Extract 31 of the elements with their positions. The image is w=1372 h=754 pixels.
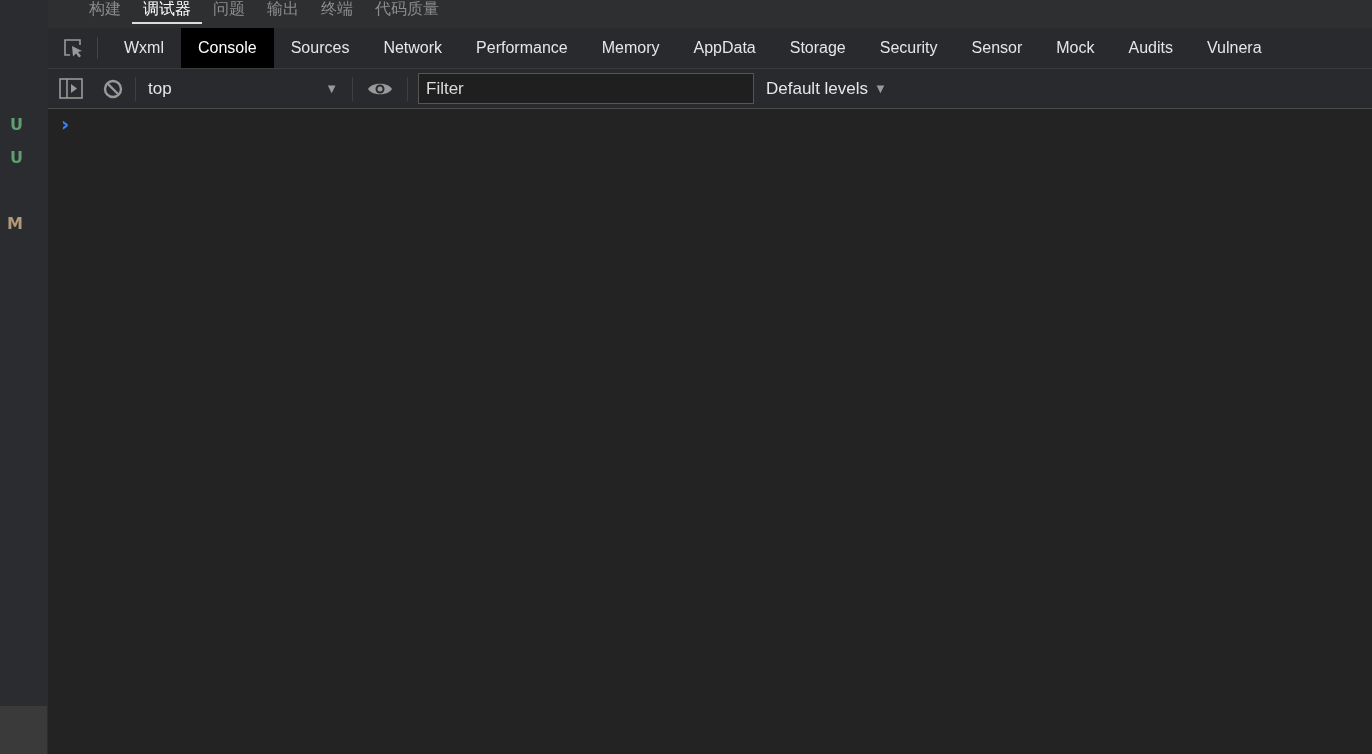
devtools-tab[interactable]: Performance <box>459 28 585 68</box>
devtools-tab[interactable]: Network <box>366 28 460 68</box>
panel-tab[interactable]: 问题 <box>202 0 256 24</box>
panel-tab[interactable]: 输出 <box>256 0 310 24</box>
console-prompt: › <box>61 112 70 136</box>
panel-tab[interactable]: 代码质量 <box>364 0 450 24</box>
devtools-tab[interactable]: Sources <box>273 28 367 68</box>
devtools-tab[interactable]: Vulnera <box>1189 28 1279 68</box>
devtools-tab[interactable]: Wxml <box>107 28 181 68</box>
devtools-tab[interactable]: Security <box>862 28 955 68</box>
git-status-label: U <box>10 148 23 169</box>
clear-console-icon[interactable] <box>103 78 123 99</box>
panel-tab[interactable]: 构建 <box>78 0 132 24</box>
panel-tab[interactable]: 终端 <box>310 0 364 24</box>
devtools-tab[interactable]: AppData <box>676 28 773 68</box>
element-picker-icon[interactable] <box>62 37 84 59</box>
sidebar-toggle-icon[interactable] <box>59 77 83 100</box>
devtools-tab[interactable]: Mock <box>1039 28 1112 68</box>
filter-field[interactable]: Filter <box>418 73 754 104</box>
context-dropdown[interactable]: top ▼ <box>142 78 344 99</box>
caret-icon: ▼ <box>874 81 887 96</box>
devtools-tab[interactable]: Sensor <box>954 28 1040 68</box>
devtools-tab[interactable]: Memory <box>584 28 677 68</box>
git-status-label: M <box>7 214 23 235</box>
git-status-label: U <box>10 115 23 136</box>
levels-dropdown[interactable]: Default levels ▼ <box>766 78 887 99</box>
devtools-tab[interactable]: Console <box>181 28 274 68</box>
devtools-tab[interactable]: Storage <box>772 28 863 68</box>
panel-tab[interactable]: 调试器 <box>132 0 202 24</box>
devtools-tab[interactable]: Audits <box>1111 28 1190 68</box>
caret-icon: ▼ <box>325 81 338 96</box>
